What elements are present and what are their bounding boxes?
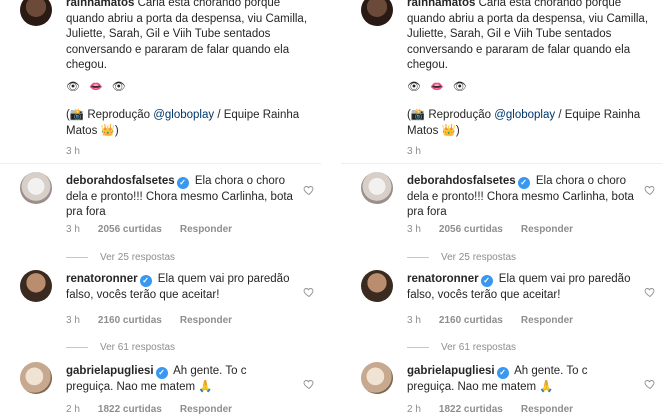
heart-icon[interactable] — [303, 378, 315, 390]
credit-tag-link[interactable]: @globoplay — [494, 109, 555, 121]
reply-button[interactable]: Responder — [180, 224, 232, 235]
comments-panel-left: rainhamatos Carla está chorando porque q… — [0, 0, 321, 420]
caption-body: Carla está chorando porque quando abriu … — [66, 0, 308, 72]
reply-button[interactable]: Responder — [521, 224, 573, 235]
replies-line — [66, 256, 88, 258]
post-caption: rainhamatos Carla está chorando porque q… — [0, 0, 321, 162]
likes-count[interactable]: 1822 curtidas — [98, 404, 162, 415]
caption-credit: (📸 Reprodução @globoplay / Equipe Rainha… — [66, 108, 316, 139]
likes-count[interactable]: 2160 curtidas — [98, 315, 162, 326]
credit-tag-link[interactable]: @globoplay — [153, 109, 214, 121]
view-replies-label: Ver 25 respostas — [441, 252, 517, 263]
comment-meta: 3 h 2160 curtidas Responder — [66, 315, 250, 326]
comment-username[interactable]: gabrielapugliesi — [407, 365, 495, 377]
caption-text: rainhamatos Carla está chorando porque q… — [66, 0, 316, 74]
credit-prefix: (📸 Reprodução — [66, 109, 154, 121]
comment-meta: 2 h 1822 curtidas Responder — [407, 404, 591, 415]
comment-text: gabrielapugliesi ✓ Ah gente. To c preguiç… — [407, 364, 635, 395]
comment-text: renatoronner ✓ Ela quem vai pro paredão f… — [66, 272, 294, 303]
comment-timestamp: 3 h — [66, 224, 80, 235]
replies-line — [66, 346, 88, 348]
heart-icon[interactable] — [644, 184, 656, 196]
divider — [341, 163, 662, 164]
caption-emojis: 👁 👄 👁 — [407, 81, 470, 93]
view-replies-button[interactable]: Ver 25 respostas — [66, 252, 175, 263]
post-caption: rainhamatos Carla está chorando porque q… — [341, 0, 662, 162]
caption-username[interactable]: rainhamatos — [66, 0, 134, 9]
comment-username[interactable]: renatoronner — [66, 273, 138, 285]
likes-count[interactable]: 2056 curtidas — [439, 224, 503, 235]
comment-timestamp: 2 h — [66, 404, 80, 415]
caption-username[interactable]: rainhamatos — [407, 0, 475, 9]
view-replies-button[interactable]: Ver 61 respostas — [66, 342, 175, 353]
comment-text: gabrielapugliesi ✓ Ah gente. To c preguiç… — [66, 364, 294, 395]
verified-badge-icon: ✓ — [155, 367, 168, 379]
reply-button[interactable]: Responder — [180, 315, 232, 326]
avatar[interactable] — [20, 362, 52, 394]
heart-icon[interactable] — [644, 286, 656, 298]
avatar[interactable] — [361, 362, 393, 394]
reply-button[interactable]: Responder — [180, 404, 232, 415]
comment-username[interactable]: deborahdosfalsetes — [66, 175, 175, 187]
reply-button[interactable]: Responder — [521, 404, 573, 415]
comment-timestamp: 3 h — [407, 224, 421, 235]
verified-badge-icon: ✓ — [517, 177, 530, 189]
likes-count[interactable]: 2160 curtidas — [439, 315, 503, 326]
caption-timestamp: 3 h — [407, 146, 421, 157]
view-replies-label: Ver 61 respostas — [441, 342, 517, 353]
comment-username[interactable]: deborahdosfalsetes — [407, 175, 516, 187]
comment-meta: 3 h 2056 curtidas Responder — [66, 224, 250, 235]
comment-text: renatoronner ✓ Ela quem vai pro paredão f… — [407, 272, 635, 303]
comment-text: deborahdosfalsetes ✓ Ela chora o choro de… — [66, 174, 294, 221]
avatar[interactable] — [361, 270, 393, 302]
heart-icon[interactable] — [303, 286, 315, 298]
likes-count[interactable]: 2056 curtidas — [98, 224, 162, 235]
divider — [0, 163, 321, 164]
view-replies-label: Ver 61 respostas — [100, 342, 176, 353]
likes-count[interactable]: 1822 curtidas — [439, 404, 503, 415]
view-replies-button[interactable]: Ver 25 respostas — [407, 252, 516, 263]
reply-button[interactable]: Responder — [521, 315, 573, 326]
caption-credit: (📸 Reprodução @globoplay / Equipe Rainha… — [407, 108, 657, 139]
verified-badge-icon: ✓ — [176, 177, 189, 189]
view-replies-button[interactable]: Ver 61 respostas — [407, 342, 516, 353]
credit-prefix: (📸 Reprodução — [407, 109, 495, 121]
avatar[interactable] — [361, 0, 393, 26]
caption-timestamp: 3 h — [66, 146, 80, 157]
heart-icon[interactable] — [644, 378, 656, 390]
comment-meta: 3 h 2160 curtidas Responder — [407, 315, 591, 326]
comment-meta: 3 h 2056 curtidas Responder — [407, 224, 591, 235]
comment-meta: 2 h 1822 curtidas Responder — [66, 404, 250, 415]
comment-timestamp: 2 h — [407, 404, 421, 415]
view-replies-label: Ver 25 respostas — [100, 252, 176, 263]
verified-badge-icon: ✓ — [480, 275, 493, 287]
caption-text: rainhamatos Carla está chorando porque q… — [407, 0, 657, 74]
divider-gutter — [321, 0, 341, 420]
avatar[interactable] — [20, 270, 52, 302]
comment-timestamp: 3 h — [66, 315, 80, 326]
avatar[interactable] — [20, 172, 52, 204]
avatar[interactable] — [20, 0, 52, 26]
verified-badge-icon: ✓ — [139, 275, 152, 287]
replies-line — [407, 346, 429, 348]
comment-username[interactable]: renatoronner — [407, 273, 479, 285]
caption-emojis: 👁 👄 👁 — [66, 81, 129, 93]
comment-timestamp: 3 h — [407, 315, 421, 326]
caption-body: Carla está chorando porque quando abriu … — [407, 0, 649, 72]
replies-line — [407, 256, 429, 258]
comments-panel-right: rainhamatos Carla está chorando porque q… — [341, 0, 662, 420]
verified-badge-icon: ✓ — [496, 367, 509, 379]
comment-username[interactable]: gabrielapugliesi — [66, 365, 154, 377]
screenshot-root: rainhamatos Carla está chorando porque q… — [0, 0, 662, 420]
heart-icon[interactable] — [303, 184, 315, 196]
comment-text: deborahdosfalsetes ✓ Ela chora o choro de… — [407, 174, 635, 221]
avatar[interactable] — [361, 172, 393, 204]
